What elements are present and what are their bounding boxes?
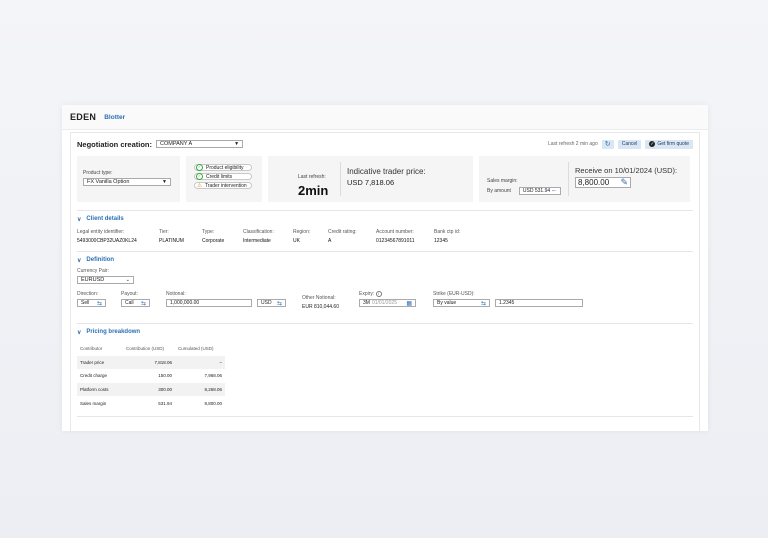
caret-down-icon: ▼ (234, 141, 240, 147)
checks-card: ✓ Product eligibility ✓ Credit limits ⚠ Tra… (186, 156, 262, 202)
negotiation-panel: Negotiation creation: COMPANY A ▼ Last r… (70, 132, 700, 431)
caret-down-icon: ▼ (162, 179, 167, 185)
refresh-button[interactable]: ↻ (601, 139, 614, 149)
table-row: Credit charge 150.00 7,968.06 (80, 373, 222, 379)
swap-icon: ⇆ (140, 300, 146, 307)
field-tier: Tier: PLATINUM (159, 229, 184, 244)
company-select[interactable]: COMPANY A ▼ (156, 140, 244, 148)
page-title: Negotiation creation: (77, 139, 153, 149)
credit-limits-check: ✓ Credit limits (194, 173, 252, 180)
receive-label: Receive on 10/01/2024 (USD): (575, 166, 678, 175)
summary-cards: Product type: FX Vanilla Option ▼ ✓ Produ… (77, 156, 693, 204)
cancel-button[interactable]: Cancel (617, 139, 642, 149)
edit-icon[interactable]: ✎ (620, 177, 628, 188)
strike-mode-input[interactable]: By value ⇆ (433, 299, 490, 307)
field-account-number: Account number: 01234567891011 (376, 229, 415, 244)
definition-row: Direction: Sell ⇆ Payout: Call ⇆ Notional:… (77, 291, 693, 321)
client-details-toggle[interactable]: ∨ Client details (77, 211, 693, 227)
indicative-price-title: Indicative trader price: (347, 167, 426, 176)
client-fields: Legal entity identifier: 5493000CBP32UAZ0… (77, 229, 693, 249)
pricing-breakdown-toggle[interactable]: ∨ Pricing breakdown (77, 324, 693, 340)
last-refresh-label: Last refresh: (298, 174, 326, 180)
check-icon: ✓ (196, 164, 203, 171)
refresh-icon: ↻ (604, 141, 611, 148)
strike-value-input[interactable]: 1.2345 (495, 299, 583, 307)
chevron-down-icon: ⌄ (125, 277, 130, 283)
table-row: Sales margin 531.94 8,800.00 (80, 400, 222, 406)
field-lei: Legal entity identifier: 5493000CBP32UAZ0… (77, 229, 137, 244)
field-bank-ctp-id: Bank ctp id: 12345 (434, 229, 461, 244)
swap-icon: ⇔ (550, 188, 557, 194)
field-classification: Classification: Intermediate (243, 229, 274, 244)
negotiation-header: Negotiation creation: COMPANY A ▼ Last r… (77, 133, 693, 155)
field-credit-rating: Credit rating: A (328, 229, 357, 244)
field-region: Region: UK (293, 229, 311, 244)
swap-icon: ⇆ (480, 300, 486, 307)
top-nav: EDEN Blotter (62, 105, 708, 130)
chevron-down-icon: ∨ (77, 257, 82, 264)
receive-amount-input[interactable]: 8,800.00 ✎ (575, 177, 631, 188)
last-refresh-text: Last refresh 2 min ago (547, 141, 598, 147)
expiry-input[interactable]: 3M 01/01/2025 ▦ (359, 299, 416, 307)
pricing-breakdown-section: ∨ Pricing breakdown Contributor Contribut… (77, 323, 693, 417)
field-type: Type: Corporate (202, 229, 225, 244)
check-icon: ✓ (196, 173, 203, 180)
currency-pair-field: Currency Pair: EURUSD ⌄ (77, 268, 693, 284)
check-circle-icon: ✓ (649, 141, 656, 147)
table-header: Contributor Contribution (USD) Cumulated… (80, 346, 214, 352)
product-eligibility-check: ✓ Product eligibility (194, 164, 252, 171)
other-notional-field: Other Notional: EUR 810,044.60 (302, 295, 339, 310)
table-row: Trader price 7,818.06 – (77, 355, 225, 370)
notional-input[interactable]: 1,000,000.00 (166, 299, 252, 307)
client-details-section: ∨ Client details Legal entity identifier:… (77, 210, 693, 249)
trader-intervention-check: ⚠ Trader intervention (194, 182, 252, 189)
currency-pair-select[interactable]: EURUSD ⌄ (77, 276, 134, 284)
info-icon: i (375, 291, 382, 297)
warning-icon: ⚠ (197, 182, 202, 189)
product-type-label: Product type: (83, 170, 113, 176)
pricing-table: Contributor Contribution (USD) Cumulated… (77, 342, 225, 410)
direction-input[interactable]: Sell ⇆ (77, 299, 106, 307)
notional-currency-input[interactable]: USD ⇆ (257, 299, 286, 307)
product-type-value: FX Vanilla Option (87, 179, 130, 185)
app-window: EDEN Blotter Negotiation creation: COMPA… (62, 105, 708, 431)
sales-margin-mode: By amount (487, 188, 511, 194)
swap-icon: ⇆ (276, 300, 282, 307)
get-firm-quote-button[interactable]: ✓ Get firm quote (645, 139, 693, 149)
sales-margin-card: Sales margin: By amount USD 531.94 ⇔ Rec… (479, 156, 690, 202)
swap-icon: ⇆ (96, 300, 102, 307)
product-card: Product type: FX Vanilla Option ▼ (77, 156, 180, 202)
sales-margin-input[interactable]: USD 531.94 ⇔ (518, 187, 561, 195)
sales-margin-label: Sales margin: (487, 178, 518, 184)
payout-input[interactable]: Call ⇆ (121, 299, 150, 307)
calendar-icon[interactable]: ▦ (406, 300, 412, 307)
definition-section: ∨ Definition Currency Pair: EURUSD ⌄ Dire… (77, 251, 693, 321)
company-value: COMPANY A (160, 141, 193, 147)
chevron-down-icon: ∨ (77, 329, 82, 336)
definition-toggle[interactable]: ∨ Definition (77, 252, 693, 268)
indicative-price-card: Last refresh: 2min Indicative trader pri… (268, 156, 473, 202)
last-refresh-value: 2min (298, 183, 329, 198)
app-logo: EDEN (70, 112, 97, 122)
indicative-price-value: USD 7,818.06 (347, 178, 395, 187)
chevron-down-icon: ∨ (77, 216, 82, 223)
product-type-select[interactable]: FX Vanilla Option ▼ (83, 178, 171, 186)
table-row: Platform costs 300.00 8,268.06 (77, 382, 225, 397)
blotter-link[interactable]: Blotter (104, 114, 125, 121)
